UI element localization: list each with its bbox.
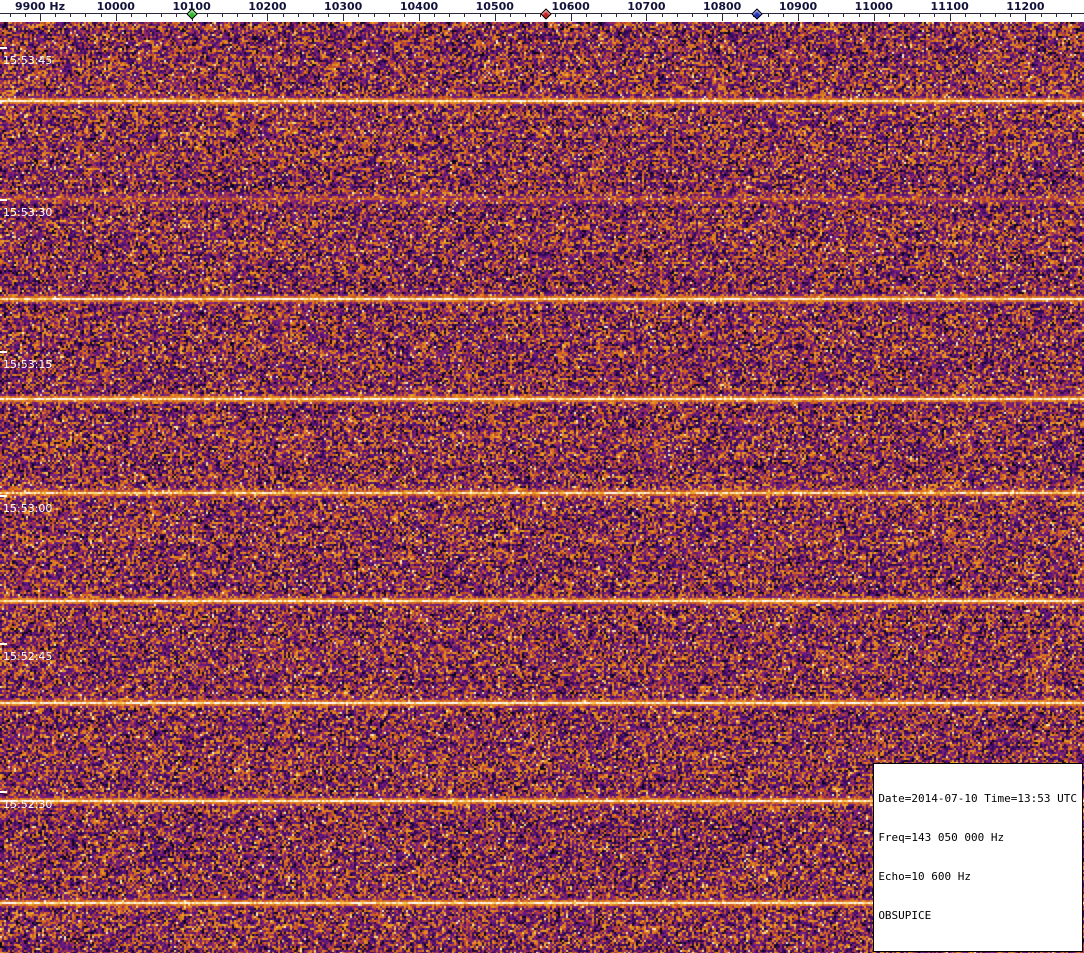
freq-minor-tick bbox=[555, 13, 557, 17]
freq-minor-tick bbox=[600, 13, 602, 17]
freq-minor-tick bbox=[979, 13, 981, 17]
freq-minor-tick bbox=[297, 13, 299, 17]
freq-minor-tick bbox=[100, 13, 102, 17]
freq-minor-tick bbox=[403, 13, 405, 17]
freq-tick-label: 10700 bbox=[627, 0, 666, 13]
freq-tick-label: 10200 bbox=[248, 0, 287, 13]
freq-minor-tick bbox=[176, 13, 178, 17]
freq-minor-tick bbox=[479, 13, 481, 17]
info-frequency: Freq=143 050 000 Hz bbox=[878, 831, 1005, 844]
freq-minor-tick bbox=[70, 13, 72, 17]
spectrogram-app: 9900 Hz 10000 10100 10200 10300 10400 10500 106… bbox=[0, 0, 1084, 953]
freq-major-tick bbox=[1025, 13, 1027, 21]
freq-major-tick bbox=[419, 13, 420, 21]
freq-minor-tick bbox=[737, 13, 739, 17]
freq-minor-tick bbox=[888, 13, 890, 17]
freq-tick-label: 11100 bbox=[930, 0, 969, 13]
freq-minor-tick bbox=[358, 13, 360, 17]
freq-minor-tick bbox=[252, 13, 254, 17]
freq-minor-tick bbox=[373, 13, 375, 17]
freq-major-tick bbox=[570, 13, 572, 21]
freq-tick-label: 10000 bbox=[96, 0, 135, 13]
freq-minor-tick bbox=[767, 13, 769, 17]
freq-minor-tick bbox=[161, 13, 163, 17]
freq-tick-label: 11000 bbox=[854, 0, 893, 13]
freq-major-tick bbox=[40, 13, 41, 21]
freq-minor-tick bbox=[24, 13, 26, 17]
freq-minor-tick bbox=[676, 13, 678, 17]
freq-minor-tick bbox=[934, 13, 936, 17]
freq-minor-tick bbox=[585, 13, 587, 17]
freq-tick-label: 10800 bbox=[703, 0, 742, 13]
freq-minor-tick bbox=[312, 13, 314, 17]
freq-major-tick bbox=[873, 13, 875, 21]
freq-minor-tick bbox=[221, 13, 223, 17]
freq-minor-tick bbox=[449, 13, 451, 17]
freq-minor-tick bbox=[919, 13, 921, 17]
freq-minor-tick bbox=[995, 13, 997, 17]
freq-major-tick bbox=[115, 13, 117, 21]
freq-tick-label: 10300 bbox=[324, 0, 363, 13]
freq-minor-tick bbox=[631, 13, 633, 17]
freq-minor-tick bbox=[1040, 13, 1042, 17]
blue-marker-diamond[interactable] bbox=[751, 8, 763, 20]
freq-major-tick bbox=[343, 13, 345, 21]
frequency-axis[interactable]: 9900 Hz 10000 10100 10200 10300 10400 10500 106… bbox=[0, 0, 1084, 22]
freq-minor-tick bbox=[1010, 13, 1012, 17]
info-station-name: OBSUPICE bbox=[878, 909, 932, 922]
freq-tick-label: 11200 bbox=[1006, 0, 1045, 13]
freq-minor-tick bbox=[964, 13, 966, 17]
freq-minor-tick bbox=[464, 13, 466, 17]
freq-tick-label: 10600 bbox=[551, 0, 590, 13]
freq-minor-tick bbox=[904, 13, 906, 17]
freq-major-tick bbox=[722, 13, 724, 21]
freq-minor-tick bbox=[813, 13, 815, 17]
freq-minor-tick bbox=[206, 13, 208, 17]
freq-minor-tick bbox=[616, 13, 618, 17]
freq-tick-label: 9900 Hz bbox=[14, 0, 66, 13]
freq-minor-tick bbox=[707, 13, 709, 17]
freq-major-tick bbox=[798, 13, 799, 21]
freq-minor-tick bbox=[843, 13, 845, 17]
info-date-time: Date=2014-07-10 Time=13:53 UTC bbox=[878, 792, 1077, 805]
freq-minor-tick bbox=[55, 13, 57, 17]
freq-minor-tick bbox=[691, 13, 693, 17]
freq-tick-label: 10400 bbox=[399, 0, 439, 13]
freq-minor-tick bbox=[130, 13, 132, 17]
freq-minor-tick bbox=[146, 13, 148, 17]
freq-minor-tick bbox=[1055, 13, 1057, 17]
freq-minor-tick bbox=[661, 13, 663, 17]
info-echo-frequency: Echo=10 600 Hz bbox=[878, 870, 972, 883]
freq-minor-tick bbox=[388, 13, 390, 17]
freq-minor-tick bbox=[509, 13, 511, 17]
freq-tick-label: 10900 bbox=[778, 0, 818, 13]
red-marker-diamond[interactable] bbox=[540, 8, 553, 20]
freq-minor-tick bbox=[1070, 13, 1072, 17]
freq-minor-tick bbox=[9, 13, 11, 17]
freq-minor-tick bbox=[525, 13, 527, 17]
freq-major-tick bbox=[949, 13, 951, 21]
freq-major-tick bbox=[267, 13, 269, 21]
freq-major-tick bbox=[494, 13, 496, 21]
freq-minor-tick bbox=[328, 13, 330, 17]
freq-major-tick bbox=[646, 13, 648, 21]
info-box: Date=2014-07-10 Time=13:53 UTC Freq=143 … bbox=[873, 763, 1083, 952]
freq-minor-tick bbox=[858, 13, 860, 17]
freq-minor-tick bbox=[237, 13, 239, 17]
freq-minor-tick bbox=[434, 13, 436, 17]
freq-minor-tick bbox=[282, 13, 284, 17]
freq-minor-tick bbox=[85, 13, 87, 17]
freq-minor-tick bbox=[782, 13, 784, 17]
freq-tick-label: 10500 bbox=[475, 0, 514, 13]
freq-minor-tick bbox=[828, 13, 830, 17]
